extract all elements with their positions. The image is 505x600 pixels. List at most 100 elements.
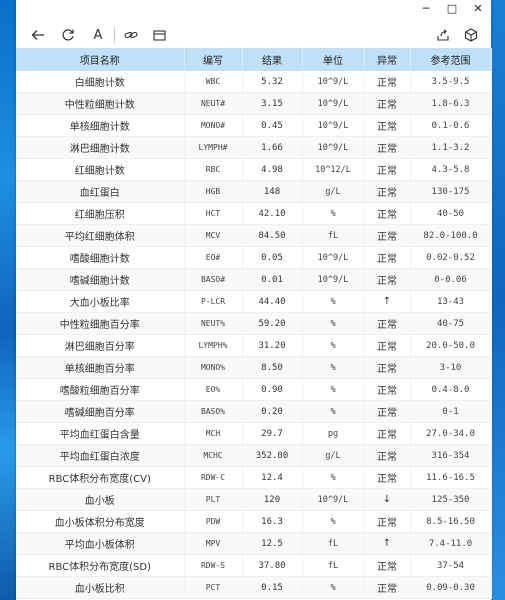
toolbar: A <box>16 22 491 48</box>
cell-result: 5.32 <box>242 71 303 93</box>
table-row[interactable]: RBC体积分布宽度(SD) RDW-S 37.80 fL 正常 37-54 <box>16 554 492 577</box>
header-item-name[interactable]: 项目名称 <box>16 48 185 71</box>
cell-reference-range: 13-43 <box>410 290 492 313</box>
cell-result: 4.98 <box>242 158 303 181</box>
cell-code: BASO# <box>184 268 243 291</box>
desktop-background-left <box>0 0 16 600</box>
cell-result: 37.80 <box>242 554 303 577</box>
table-row[interactable]: 红细胞压积 HCT 42.10% 正常 40-50 <box>16 202 492 225</box>
close-button[interactable]: ✕ <box>465 0 491 18</box>
cell-reference-range: 0.02-0.52 <box>410 246 492 269</box>
table-row[interactable]: 平均血小板体积 MPV 12.5 fL ↑ 7.4-11.0 <box>16 532 492 555</box>
table-row[interactable]: 淋巴细胞计数 LYMPH# 1.66 10^9/L 正常 1.1-3.2 <box>16 136 492 159</box>
table-row[interactable]: 中性粒细胞百分率 NEUT% 59.20% 正常 40-75 <box>16 312 492 335</box>
table-row[interactable]: 嗜酸细胞计数 EO# 0.05 10^9/L 正常 0.02-0.52 <box>16 246 492 269</box>
cell-reference-range: 0-0.06 <box>410 268 492 291</box>
desktop-background-right <box>491 0 505 600</box>
cell-unit: fL <box>302 554 365 577</box>
cell-result: 0.90 <box>242 378 303 401</box>
table-row[interactable]: 红细胞计数 RBC 4.98 10^12/L 正常 4.3-5.8 <box>16 158 492 181</box>
cell-reference-range: 316-354 <box>410 444 492 467</box>
refresh-icon[interactable] <box>58 25 78 45</box>
cell-item-name: RBC体积分布宽度(SD) <box>16 554 185 577</box>
cell-item-name: 血小板比积 <box>16 576 185 599</box>
cell-code: EO% <box>184 378 243 401</box>
table-row[interactable]: 白细胞计数 WBC 5.32 10^9/L 正常 3.5-9.5 <box>16 71 492 93</box>
cell-reference-range: 3.5-9.5 <box>410 71 492 93</box>
table-row[interactable]: 嗜碱细胞百分率 BASO% 0.20% 正常 0-1 <box>16 400 492 423</box>
table-row[interactable]: 平均红细胞体积 MCV 84.50 fL 正常 82.0-100.0 <box>16 224 492 247</box>
cell-abnormal-flag: 正常 <box>364 554 411 577</box>
cell-reference-range: 1.1-3.2 <box>410 136 492 159</box>
cell-abnormal-flag: 正常 <box>364 444 411 467</box>
table-row[interactable]: 单核细胞计数 MONO# 0.45 10^9/L 正常 0.1-0.6 <box>16 114 492 137</box>
cell-item-name: 红细胞压积 <box>16 202 185 225</box>
cell-unit: 10^9/L <box>302 246 365 269</box>
panel-icon[interactable] <box>149 25 169 45</box>
cell-code: P-LCR <box>184 290 243 313</box>
table-row[interactable]: 平均血红蛋白浓度 MCHC 352.00 g/L 正常 316-354 <box>16 444 492 467</box>
cell-item-name: 血小板体积分布宽度 <box>16 510 185 533</box>
cube-icon[interactable] <box>461 25 481 45</box>
table-row[interactable]: 大血小板比率 P-LCR 44.40% ↑ 13-43 <box>16 290 492 313</box>
table-row[interactable]: 血小板比积 PCT 0.15% 正常 0.09-0.30 <box>16 576 492 599</box>
cell-reference-range: 40-50 <box>410 202 492 225</box>
table-row[interactable]: 中性粒细胞计数 NEUT# 3.15 10^9/L 正常 1.8-6.3 <box>16 92 492 115</box>
cell-item-name: 血红蛋白 <box>16 180 185 203</box>
table-row[interactable]: 淋巴细胞百分率 LYMPH% 31.20% 正常 20.0-50.0 <box>16 334 492 357</box>
cell-unit: 10^9/L <box>302 268 365 291</box>
cell-abnormal-flag: 正常 <box>364 202 411 225</box>
header-result[interactable]: 结果 <box>242 48 303 71</box>
cell-result: 148 <box>242 180 303 203</box>
header-abnormal[interactable]: 异常 <box>364 48 411 71</box>
cell-code: WBC <box>184 71 243 93</box>
cell-unit: 10^9/L <box>302 92 365 115</box>
table-row[interactable]: 血小板 PLT 120 10^9/L ↓ 125-350 <box>16 488 492 511</box>
cell-item-name: 单核细胞计数 <box>16 114 185 137</box>
cell-item-name: 大血小板比率 <box>16 290 185 313</box>
cell-item-name: 平均血红蛋白浓度 <box>16 444 185 467</box>
cell-code: EO# <box>184 246 243 269</box>
cell-abnormal-flag: 正常 <box>364 576 411 599</box>
back-arrow-icon[interactable] <box>28 25 48 45</box>
table-row[interactable]: 嗜碱细胞计数 BASO# 0.01 10^9/L 正常 0-0.06 <box>16 268 492 291</box>
header-unit[interactable]: 单位 <box>302 48 365 71</box>
cell-item-name: 单核细胞百分率 <box>16 356 185 379</box>
minimize-button[interactable]: ─ <box>413 0 439 18</box>
table-row[interactable]: 血小板体积分布宽度 PDW 16.3% 正常 8.5-16.50 <box>16 510 492 533</box>
header-reference-range[interactable]: 参考范围 <box>410 48 492 71</box>
link-icon[interactable] <box>121 25 141 45</box>
cell-result: 42.10 <box>242 202 303 225</box>
app-window: ─ □ ✕ A 项目名称 编写 结果 单位 异常 参考范围 白细胞计数 WBC … <box>16 0 492 600</box>
cell-result: 352.00 <box>242 444 303 467</box>
cell-code: NEUT% <box>184 312 243 335</box>
cell-code: LYMPH% <box>184 334 243 357</box>
cell-reference-range: 40-75 <box>410 312 492 335</box>
table-row[interactable]: 血红蛋白 HGB 148 g/L 正常 130-175 <box>16 180 492 203</box>
cell-unit: g/L <box>302 180 365 203</box>
cell-abnormal-flag: 正常 <box>364 224 411 247</box>
cell-unit: % <box>302 576 365 599</box>
table-row[interactable]: 单核细胞百分率 MONO% 8.50% 正常 3-10 <box>16 356 492 379</box>
table-row[interactable]: 嗜酸粒细胞百分率 EO% 0.90% 正常 0.4-8.0 <box>16 378 492 401</box>
table-row[interactable]: RBC体积分布宽度(CV) RDW-C 12.4% 正常 11.6-16.5 <box>16 466 492 489</box>
cell-result: 16.3 <box>242 510 303 533</box>
cell-unit: 10^9/L <box>302 136 365 159</box>
cell-unit: % <box>302 400 365 423</box>
cell-reference-range: 0-1 <box>410 400 492 423</box>
cell-item-name: 白细胞计数 <box>16 71 185 93</box>
cell-unit: % <box>302 378 365 401</box>
cell-result: 0.45 <box>242 114 303 137</box>
cell-code: HGB <box>184 180 243 203</box>
maximize-button[interactable]: □ <box>439 0 465 18</box>
text-icon[interactable]: A <box>88 25 108 45</box>
cell-reference-range: 8.5-16.50 <box>410 510 492 533</box>
cell-unit: fL <box>302 224 365 247</box>
share-icon[interactable] <box>433 25 453 45</box>
cell-reference-range: 130-175 <box>410 180 492 203</box>
cell-code: PCT <box>184 576 243 599</box>
header-code[interactable]: 编写 <box>184 48 243 71</box>
table-row[interactable]: 平均血红蛋白含量 MCH 29.7 pg 正常 27.0-34.0 <box>16 422 492 445</box>
cell-item-name: 嗜碱细胞计数 <box>16 268 185 291</box>
cell-result: 12.5 <box>242 532 303 555</box>
